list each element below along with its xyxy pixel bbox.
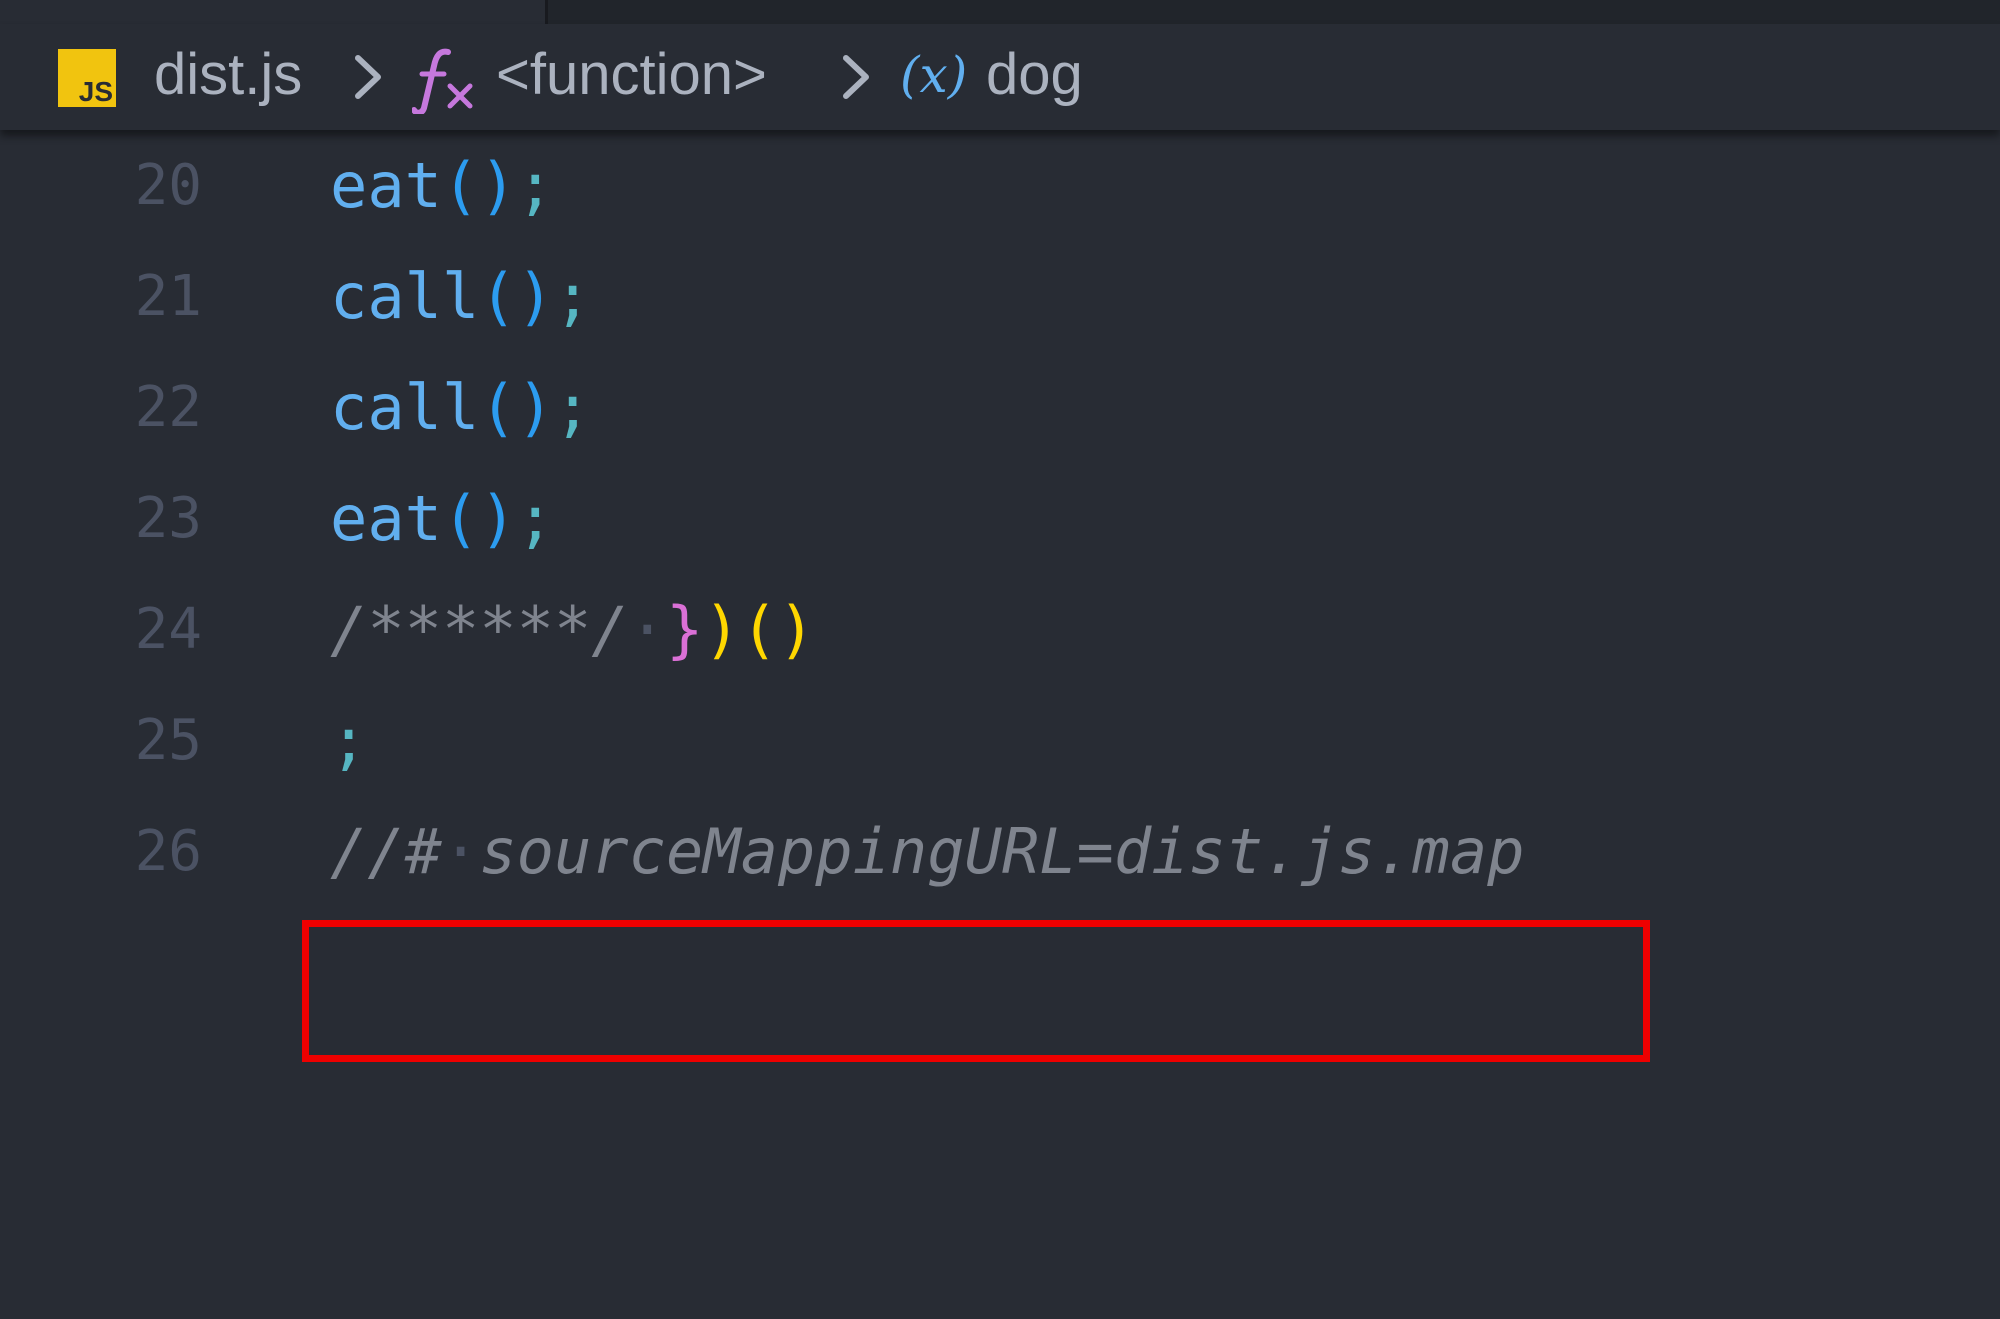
chevron-right-icon [843, 55, 869, 99]
breadcrumb-function[interactable]: <function> [496, 40, 767, 110]
code-text: ; [330, 685, 367, 796]
function-call: call [330, 371, 480, 444]
line-number: 21 [134, 264, 202, 329]
code-text: eat(); [330, 463, 554, 574]
code-text: //#·sourceMappingURL=dist.js.map [330, 796, 1524, 907]
breadcrumb: JS dist.js <function> (x) dog [0, 24, 2000, 130]
code-line[interactable]: 22 call(); [0, 352, 2000, 463]
code-line[interactable]: 23 eat(); [0, 463, 2000, 574]
js-file-icon-label: JS [78, 76, 113, 107]
code-line[interactable]: 25 ; [0, 685, 2000, 796]
source-mapping-comment: sourceMappingURL=dist.js.map [479, 815, 1525, 888]
active-tab[interactable] [0, 0, 548, 24]
code-editor: JS dist.js <function> (x) dog 20 eat(); … [0, 0, 2000, 1319]
semicolon: ; [553, 260, 592, 333]
code-line[interactable]: 24 /******/·})() [0, 574, 2000, 685]
code-line[interactable]: 20 eat(); [0, 130, 2000, 241]
parens: () [479, 260, 554, 333]
semicolon: ; [330, 704, 368, 777]
variable-icon: (x) [900, 46, 968, 104]
code-line[interactable]: 21 call(); [0, 241, 2000, 352]
code-text: call(); [330, 352, 591, 463]
line-number: 25 [134, 708, 202, 773]
chevron-right-icon [355, 55, 381, 99]
code-text: call(); [330, 241, 591, 352]
line-number: 24 [134, 597, 202, 662]
tab-strip [0, 0, 2000, 24]
line-number: 26 [134, 819, 202, 884]
function-call: eat [330, 149, 442, 222]
function-call: eat [330, 482, 442, 555]
code-text: eat(); [330, 130, 554, 241]
whitespace-dot: · [441, 815, 480, 888]
code-area[interactable]: 20 eat(); 21 call(); 22 call(); 23 eat()… [0, 130, 2000, 1319]
line-number: 22 [134, 375, 202, 440]
parens: () [479, 371, 554, 444]
code-line[interactable]: 26 //#·sourceMappingURL=dist.js.map [0, 796, 2000, 907]
semicolon: ; [516, 482, 554, 555]
parens: () [441, 149, 517, 222]
function-icon [412, 48, 473, 114]
call-parens: () [740, 593, 816, 666]
comment: //# [330, 815, 442, 888]
closing-paren: ) [703, 593, 741, 666]
function-call: call [330, 260, 480, 333]
highlight-annotation-box [302, 920, 1650, 1062]
line-number: 23 [134, 486, 202, 551]
js-file-icon: JS [58, 49, 116, 107]
closing-brace: } [665, 593, 704, 666]
semicolon: ; [516, 149, 554, 222]
breadcrumb-variable[interactable]: dog [986, 40, 1083, 110]
semicolon: ; [553, 371, 592, 444]
parens: () [441, 482, 517, 555]
code-text: /******/·})() [330, 574, 815, 685]
comment: /******/ [330, 593, 629, 666]
whitespace-dot: · [628, 593, 666, 666]
line-number: 20 [134, 153, 202, 218]
breadcrumb-file[interactable]: dist.js [154, 40, 302, 110]
